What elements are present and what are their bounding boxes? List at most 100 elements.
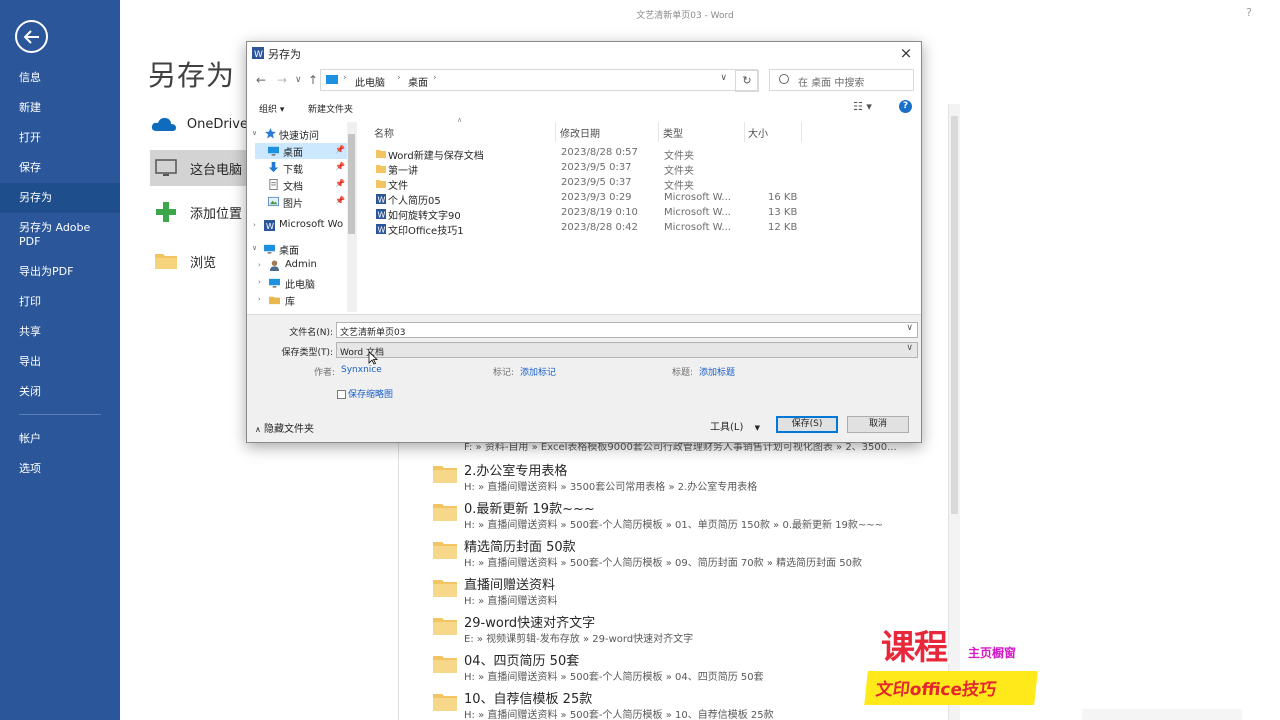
filename-input[interactable]: 文艺清新单页03 ∨ xyxy=(336,322,918,338)
file-row[interactable]: W 个人简历05 2023/9/3 0:29 Microsoft W... 16… xyxy=(359,192,919,207)
close-icon[interactable]: × xyxy=(897,45,915,63)
chevron-down-icon[interactable]: ∨ xyxy=(906,323,913,333)
picture-icon xyxy=(268,196,279,207)
file-row[interactable]: W 如何旋转文字90 2023/8/19 0:10 Microsoft W...… xyxy=(359,207,919,222)
view-options-button[interactable]: ☷ ▾ xyxy=(853,100,872,113)
place-add-location[interactable]: 添加位置 xyxy=(150,194,248,230)
column-date[interactable]: 修改日期 xyxy=(560,125,600,140)
column-separator[interactable] xyxy=(801,122,802,142)
nav-item-close[interactable]: 关闭 xyxy=(0,385,120,399)
tree-item-downloads[interactable]: 下载 📌 xyxy=(255,160,347,176)
new-folder-button[interactable]: 新建文件夹 xyxy=(308,102,353,115)
chevron-right-icon[interactable]: › xyxy=(343,73,347,83)
nav-item-open[interactable]: 打开 xyxy=(0,131,120,145)
column-name[interactable]: 名称 xyxy=(374,125,394,140)
tree-item-documents[interactable]: 文档 📌 xyxy=(255,177,347,193)
author-field[interactable]: Synxnice xyxy=(341,365,382,375)
place-onedrive[interactable]: OneDrive xyxy=(150,106,248,142)
computer-icon xyxy=(269,278,280,288)
search-input[interactable]: 在 桌面 中搜索 xyxy=(769,69,914,91)
recent-scrollbar[interactable] xyxy=(948,104,960,720)
recent-list-border xyxy=(398,438,399,720)
nav-item-info[interactable]: 信息 xyxy=(0,71,120,85)
tree-label: 桌面 xyxy=(283,148,303,159)
refresh-icon: ↻ xyxy=(742,74,752,87)
nav-item-share[interactable]: 共享 xyxy=(0,325,120,339)
dialog-titlebar[interactable]: W 另存为 × xyxy=(247,42,921,66)
chevron-down-icon[interactable]: ∨ xyxy=(295,75,302,85)
chevron-right-icon[interactable]: › xyxy=(258,261,261,269)
tree-item-library[interactable]: › 库 xyxy=(255,292,347,308)
star-icon xyxy=(265,128,276,139)
help-icon[interactable]: ? xyxy=(899,100,912,113)
tree-item-desktop[interactable]: 桌面 📌 xyxy=(255,143,347,159)
nav-item-print[interactable]: 打印 xyxy=(0,295,120,309)
tree-item-desktop-root[interactable]: ∨ 桌面 xyxy=(247,241,347,257)
chevron-right-icon[interactable]: › xyxy=(253,221,256,229)
nav-item-save[interactable]: 保存 xyxy=(0,161,120,175)
place-this-pc[interactable]: 这台电脑 xyxy=(150,150,248,186)
file-row[interactable]: 第一讲 2023/9/5 0:37 文件夹 xyxy=(359,162,919,177)
tree-item-quick-access[interactable]: ∨ 快速访问 xyxy=(247,126,347,142)
tree-label: 库 xyxy=(285,297,295,308)
tree-scrollbar[interactable] xyxy=(347,122,357,312)
nav-item-export-pdf[interactable]: 导出为PDF xyxy=(0,265,120,279)
nav-item-new[interactable]: 新建 xyxy=(0,101,120,115)
pin-icon: 📌 xyxy=(335,179,345,188)
chevron-down-icon[interactable]: ∨ xyxy=(252,244,257,252)
organize-button[interactable]: 组织 ▾ xyxy=(259,102,284,115)
cancel-button[interactable]: 取消 xyxy=(847,416,909,433)
file-row[interactable]: W 文印Office技巧1 2023/8/28 0:42 Microsoft W… xyxy=(359,222,919,237)
folder-icon xyxy=(376,165,386,173)
chevron-down-icon[interactable]: ∨ xyxy=(906,343,913,353)
nav-item-export[interactable]: 导出 xyxy=(0,355,120,369)
column-type[interactable]: 类型 xyxy=(663,125,683,140)
refresh-button[interactable]: ↻ xyxy=(735,70,759,92)
chevron-right-icon[interactable]: › xyxy=(397,73,401,83)
back-arrow-icon[interactable]: ← xyxy=(256,73,266,87)
document-icon xyxy=(269,179,278,190)
nav-item-options[interactable]: 选项 xyxy=(0,462,120,476)
save-button[interactable]: 保存(S) xyxy=(776,416,838,433)
pin-icon: 📌 xyxy=(335,145,345,154)
chevron-down-icon[interactable]: ∨ xyxy=(252,129,257,137)
plus-icon xyxy=(150,201,182,223)
tree-item-pictures[interactable]: 图片 📌 xyxy=(255,194,347,210)
nav-item-account[interactable]: 帐户 xyxy=(0,432,120,446)
tools-dropdown[interactable]: 工具(L) ▼ xyxy=(710,418,760,433)
tags-field[interactable]: 添加标记 xyxy=(520,365,556,378)
up-arrow-icon[interactable]: ↑ xyxy=(308,73,318,87)
column-separator[interactable] xyxy=(658,122,659,142)
scrollbar-thumb[interactable] xyxy=(348,134,355,234)
breadcrumb-desktop[interactable]: 桌面 xyxy=(408,74,428,89)
forward-arrow-icon[interactable]: → xyxy=(277,73,287,87)
column-size[interactable]: 大小 xyxy=(748,125,768,140)
address-bar[interactable]: › 此电脑 › 桌面 › ∨ xyxy=(320,69,758,91)
chevron-right-icon[interactable]: › xyxy=(433,73,437,83)
filetype-select[interactable]: Word 文档 ∨ xyxy=(336,342,918,358)
help-button[interactable]: ? xyxy=(1246,6,1252,19)
file-row[interactable]: 文件 2023/9/5 0:37 文件夹 xyxy=(359,177,919,192)
save-thumbnail-label[interactable]: 保存缩略图 xyxy=(348,387,393,400)
nav-item-save-as-adobe-pdf[interactable]: 另存为 Adobe PDF xyxy=(0,221,100,249)
tree-item-this-pc[interactable]: › 此电脑 xyxy=(255,275,347,291)
tree-item-admin[interactable]: › Admin xyxy=(255,258,347,274)
column-separator[interactable] xyxy=(555,122,556,142)
chevron-right-icon[interactable]: › xyxy=(258,295,261,303)
hide-folders-toggle[interactable]: ∧ 隐藏文件夹 xyxy=(255,420,314,435)
tree-item-microsoft-word[interactable]: › W Microsoft Wo xyxy=(247,218,347,234)
save-thumbnail-checkbox[interactable] xyxy=(337,390,346,399)
file-row[interactable]: Word新建与保存文档 2023/8/28 0:57 文件夹 xyxy=(359,147,919,162)
chevron-right-icon[interactable]: › xyxy=(258,278,261,286)
back-button[interactable] xyxy=(15,20,48,53)
scrollbar-thumb[interactable] xyxy=(951,116,958,514)
title-field[interactable]: 添加标题 xyxy=(699,365,735,378)
column-separator[interactable] xyxy=(744,122,745,142)
breadcrumb-this-pc[interactable]: 此电脑 xyxy=(355,74,385,89)
dialog-toolbar: 组织 ▾ 新建文件夹 ☷ ▾ ? xyxy=(247,98,921,118)
recent-item-path: H: » 直播间赠送资料 » 3500套公司常用表格 » 2.办公室专用表格 xyxy=(464,482,758,493)
chevron-down-icon[interactable]: ∨ xyxy=(720,73,727,83)
tools-label: 工具(L) xyxy=(710,422,744,433)
place-browse[interactable]: 浏览 xyxy=(150,243,248,279)
nav-item-save-as[interactable]: 另存为 xyxy=(0,183,120,213)
